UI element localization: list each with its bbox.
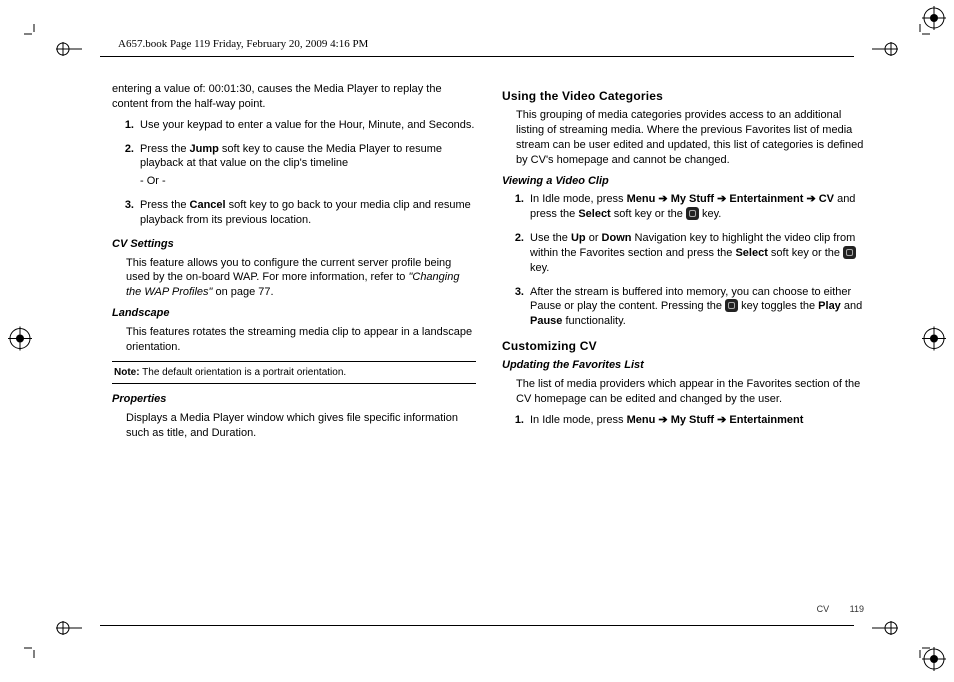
- step-text: Use your keypad to enter a value for the…: [140, 118, 476, 133]
- step-number: 1.: [502, 413, 530, 431]
- footer-page-number: 119: [850, 604, 864, 614]
- step-3: 3. Press the Cancel soft key to go back …: [112, 198, 476, 231]
- page-footer: CV 119: [817, 604, 864, 614]
- footer-rule: [100, 625, 854, 626]
- step-text: Press the Cancel soft key to go back to …: [140, 198, 476, 228]
- side-mark-tl: [56, 42, 82, 61]
- meta-header: A657.book Page 119 Friday, February 20, …: [118, 38, 368, 50]
- step-text: After the stream is buffered into memory…: [530, 285, 866, 330]
- footer-section: CV: [817, 604, 830, 614]
- step-number: 3.: [112, 198, 140, 231]
- step-number: 2.: [502, 231, 530, 279]
- left-column: entering a value of: 00:01:30, causes th…: [112, 82, 476, 610]
- step-text: In Idle mode, press Menu ➔ My Stuff ➔ En…: [530, 413, 866, 428]
- center-key-icon: [843, 246, 856, 259]
- using-video-categories-text: This grouping of media categories provid…: [502, 108, 866, 167]
- customizing-cv-heading: Customizing CV: [502, 338, 866, 354]
- note-text: The default orientation is a portrait or…: [140, 367, 347, 378]
- playback-steps: 1. Use your keypad to enter a value for …: [112, 118, 476, 231]
- page-content: entering a value of: 00:01:30, causes th…: [112, 82, 866, 610]
- center-key-icon: [686, 207, 699, 220]
- customize-steps: 1. In Idle mode, press Menu ➔ My Stuff ➔…: [502, 413, 866, 431]
- note-block: Note: The default orientation is a portr…: [112, 361, 476, 385]
- note-label: Note:: [114, 367, 140, 378]
- cv-settings-heading: CV Settings: [112, 237, 476, 252]
- registration-mark-left: [8, 327, 32, 356]
- view-step-3: 3. After the stream is buffered into mem…: [502, 285, 866, 333]
- view-step-1: 1. In Idle mode, press Menu ➔ My Stuff ➔…: [502, 192, 866, 225]
- step-number: 1.: [502, 192, 530, 225]
- step-number: 1.: [112, 118, 140, 136]
- cv-settings-text: This feature allows you to configure the…: [112, 256, 476, 301]
- landscape-text: This features rotates the streaming medi…: [112, 325, 476, 355]
- cust-step-1: 1. In Idle mode, press Menu ➔ My Stuff ➔…: [502, 413, 866, 431]
- crop-mark-tl: [24, 24, 44, 44]
- using-video-categories-heading: Using the Video Categories: [502, 88, 866, 104]
- step-2: 2. Press the Jump soft key to cause the …: [112, 142, 476, 193]
- registration-mark-br: [922, 647, 946, 676]
- updating-favorites-text: The list of media providers which appear…: [502, 377, 866, 407]
- viewing-a-video-clip-heading: Viewing a Video Clip: [502, 174, 866, 189]
- center-key-icon: [725, 299, 738, 312]
- registration-mark-tr: [922, 6, 946, 35]
- side-mark-bl: [56, 621, 82, 640]
- right-column: Using the Video Categories This grouping…: [502, 82, 866, 610]
- intro-paragraph: entering a value of: 00:01:30, causes th…: [112, 82, 476, 112]
- viewing-steps: 1. In Idle mode, press Menu ➔ My Stuff ➔…: [502, 192, 866, 332]
- side-mark-tr: [872, 42, 898, 61]
- or-text: - Or -: [140, 174, 476, 189]
- crop-mark-bl: [24, 638, 44, 658]
- landscape-heading: Landscape: [112, 306, 476, 321]
- step-text: Press the Jump soft key to cause the Med…: [140, 142, 476, 172]
- properties-heading: Properties: [112, 392, 476, 407]
- step-text: In Idle mode, press Menu ➔ My Stuff ➔ En…: [530, 192, 866, 222]
- registration-mark-right: [922, 327, 946, 356]
- step-number: 2.: [112, 142, 140, 193]
- step-1: 1. Use your keypad to enter a value for …: [112, 118, 476, 136]
- properties-text: Displays a Media Player window which giv…: [112, 411, 476, 441]
- step-text: Use the Up or Down Navigation key to hig…: [530, 231, 866, 276]
- step-number: 3.: [502, 285, 530, 333]
- updating-favorites-heading: Updating the Favorites List: [502, 358, 866, 373]
- header-rule: [100, 56, 854, 57]
- side-mark-br: [872, 621, 898, 640]
- view-step-2: 2. Use the Up or Down Navigation key to …: [502, 231, 866, 279]
